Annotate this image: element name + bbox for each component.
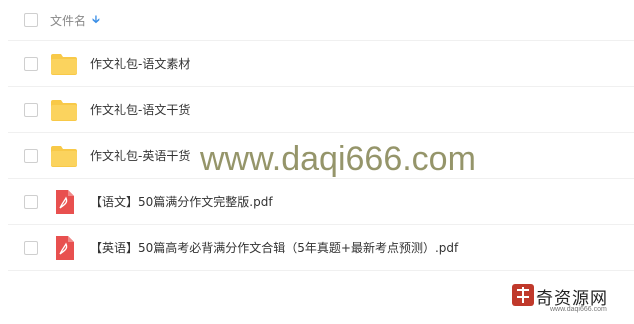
file-name[interactable]: 【语文】50篇满分作文完整版.pdf bbox=[90, 193, 273, 210]
row-checkbox[interactable] bbox=[24, 56, 38, 71]
file-name[interactable]: 作文礼包-语文干货 bbox=[90, 101, 190, 118]
logo-url: www.daqi666.com bbox=[550, 306, 607, 313]
pdf-icon bbox=[56, 235, 74, 260]
file-name[interactable]: 【英语】50篇高考必背满分作文合辑（5年真题+最新考点预测）.pdf bbox=[90, 239, 458, 256]
arrow-down-icon: 🡳 bbox=[92, 12, 100, 26]
folder-icon bbox=[51, 53, 77, 75]
row-checkbox[interactable] bbox=[24, 194, 38, 209]
row-checkbox[interactable] bbox=[24, 240, 38, 255]
sort-by-filename[interactable]: 文件名 🡳 bbox=[50, 11, 100, 30]
row-checkbox[interactable] bbox=[24, 148, 38, 163]
folder-icon bbox=[51, 145, 77, 167]
filename-column-label: 文件名 bbox=[50, 13, 87, 28]
file-row[interactable]: 作文礼包-语文素材 bbox=[8, 41, 634, 87]
file-list: 文件名 🡳 作文礼包-语文素材 作文礼包-语文干货 作文礼包-英语干货 【语文】… bbox=[8, 0, 634, 271]
logo-emblem-icon bbox=[512, 284, 534, 306]
watermark-url: www.daqi666.com bbox=[200, 140, 476, 178]
file-name[interactable]: 作文礼包-英语干货 bbox=[90, 147, 190, 164]
row-checkbox[interactable] bbox=[24, 102, 38, 117]
select-all-checkbox[interactable] bbox=[24, 13, 38, 27]
pdf-icon bbox=[56, 189, 74, 214]
file-row[interactable]: 【英语】50篇高考必背满分作文合辑（5年真题+最新考点预测）.pdf bbox=[8, 225, 634, 271]
file-row[interactable]: 作文礼包-语文干货 bbox=[8, 87, 634, 133]
file-name[interactable]: 作文礼包-语文素材 bbox=[90, 55, 190, 72]
folder-icon bbox=[51, 99, 77, 121]
site-logo: 奇资源网 www.daqi666.com bbox=[510, 280, 628, 320]
file-row[interactable]: 【语文】50篇满分作文完整版.pdf bbox=[8, 179, 634, 225]
file-list-header: 文件名 🡳 bbox=[8, 0, 634, 41]
